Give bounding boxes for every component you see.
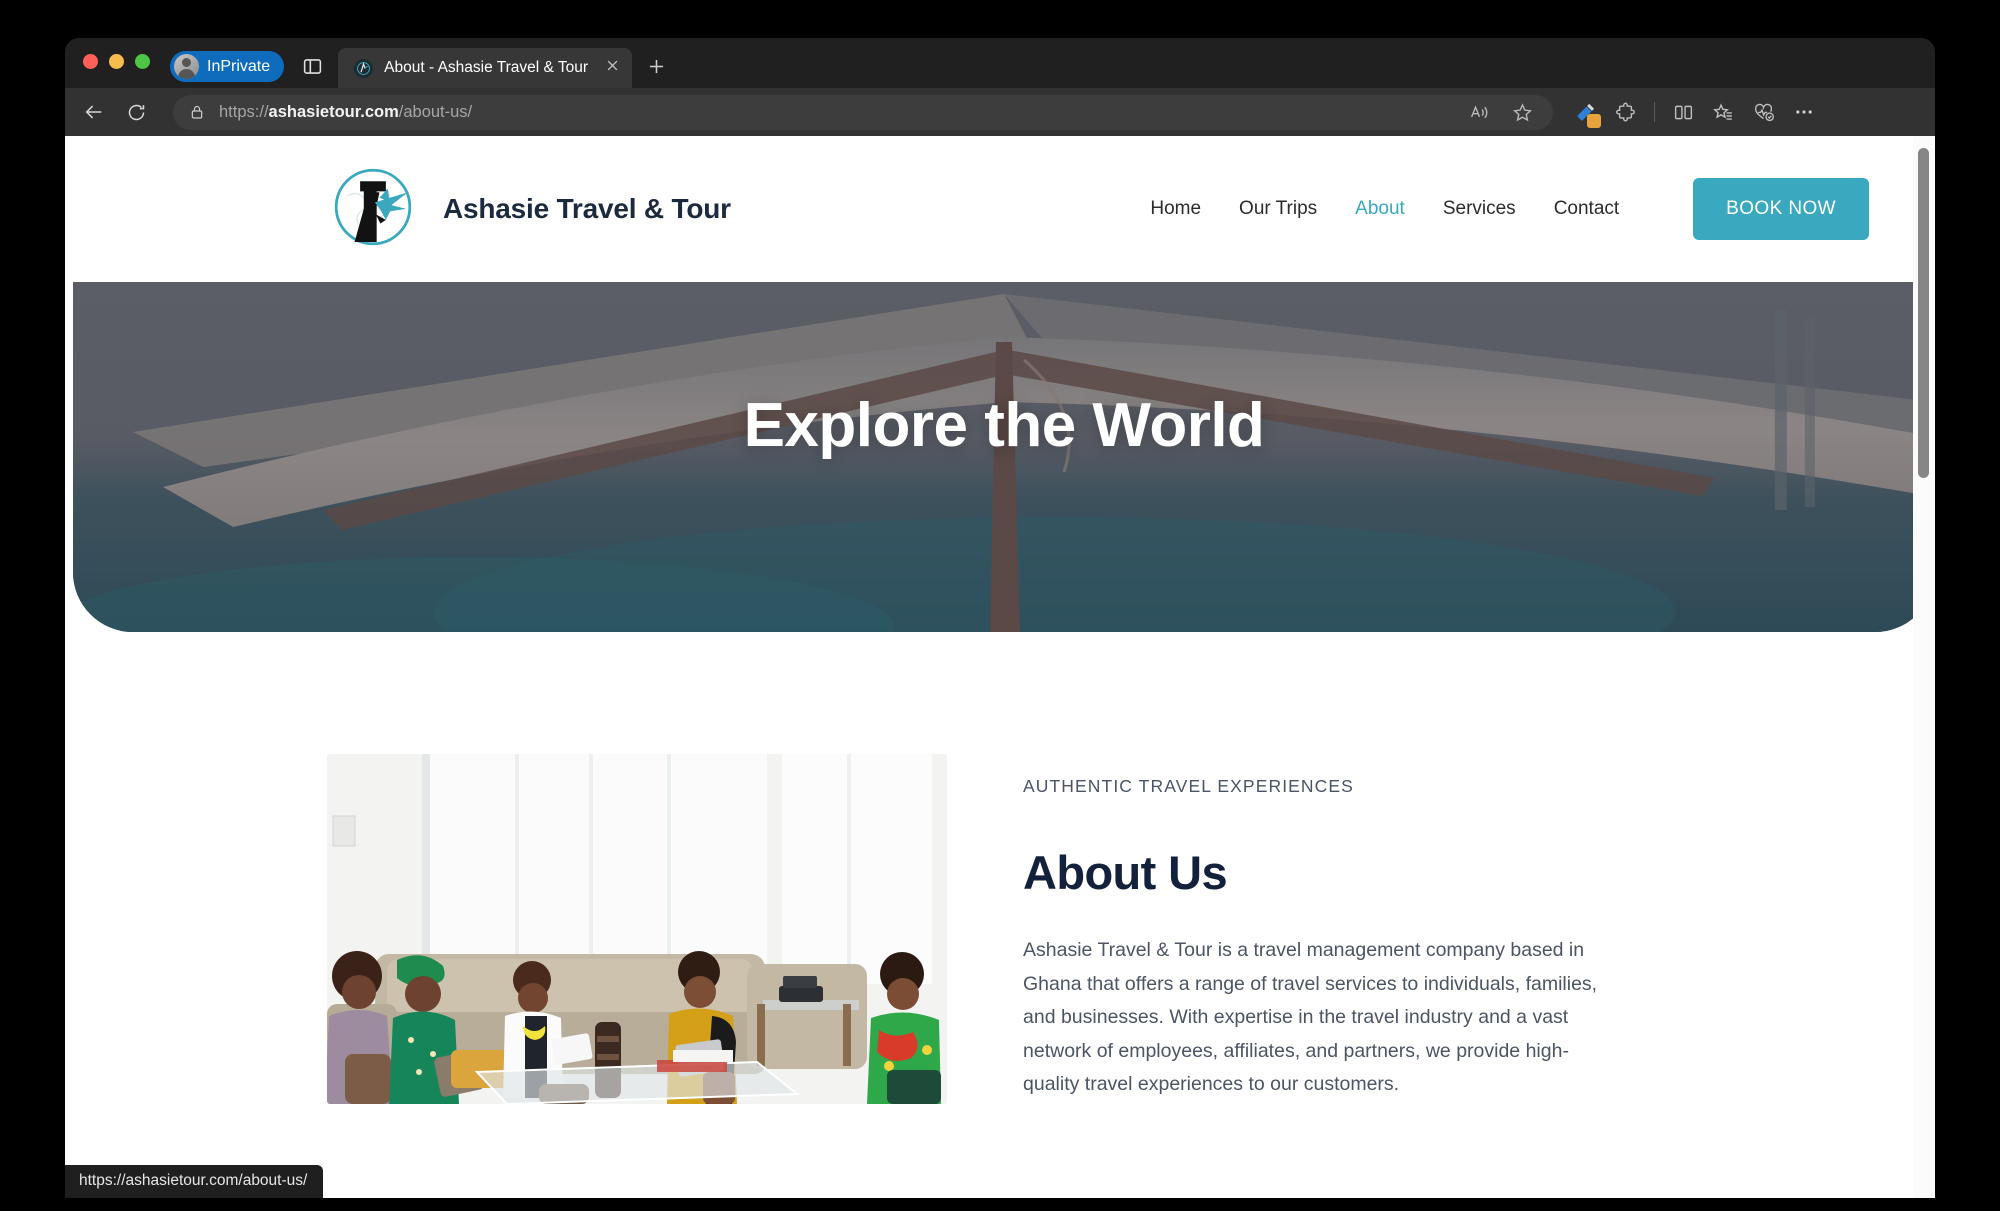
close-window-button[interactable] bbox=[83, 53, 98, 69]
about-heading: About Us bbox=[1023, 846, 1228, 899]
tab-strip: InPrivate About - Ashasie Travel & Tour bbox=[65, 38, 1935, 88]
window-traffic-lights bbox=[83, 38, 150, 88]
settings-more-icon[interactable] bbox=[1785, 94, 1822, 131]
hero-title: Explore the World bbox=[743, 391, 1265, 460]
nav-item-about[interactable]: About bbox=[1355, 198, 1405, 220]
page-scrollbar[interactable] bbox=[1913, 136, 1935, 1198]
site-favicon bbox=[354, 58, 374, 78]
inprivate-profile-chip[interactable]: InPrivate bbox=[170, 51, 285, 82]
site-header: Ashasie Travel & Tour Home Our Trips Abo… bbox=[65, 136, 1935, 282]
brand-name: Ashasie Travel & Tour bbox=[443, 193, 731, 224]
about-paragraph: Ashasie Travel & Tour is a travel manage… bbox=[1023, 939, 1598, 1096]
close-icon[interactable] bbox=[605, 58, 620, 78]
scrollbar-thumb[interactable] bbox=[1918, 148, 1929, 478]
brand-logo-link[interactable]: Ashasie Travel & Tour bbox=[327, 161, 731, 258]
lock-icon bbox=[189, 104, 205, 120]
book-now-button[interactable]: BOOK NOW bbox=[1693, 178, 1869, 240]
reload-icon[interactable] bbox=[117, 93, 155, 131]
address-bar: https://ashasietour.com/about-us/ bbox=[65, 88, 1935, 136]
toolbar-divider bbox=[1654, 102, 1655, 122]
inprivate-label: InPrivate bbox=[207, 57, 271, 75]
nav-item-contact[interactable]: Contact bbox=[1554, 198, 1619, 220]
maximize-window-button[interactable] bbox=[135, 53, 150, 69]
url-text: https://ashasietour.com/about-us/ bbox=[219, 102, 473, 121]
person-avatar-icon bbox=[174, 54, 199, 79]
nav-item-our-trips[interactable]: Our Trips bbox=[1239, 198, 1317, 220]
about-image bbox=[327, 754, 947, 1104]
browser-tab[interactable]: About - Ashasie Travel & Tour bbox=[338, 48, 633, 88]
tab-panel-icon[interactable] bbox=[295, 49, 329, 83]
back-arrow-icon[interactable] bbox=[75, 93, 113, 131]
copilot-badge bbox=[1587, 113, 1601, 128]
minimize-window-button[interactable] bbox=[109, 53, 124, 69]
globe-plane-logo bbox=[327, 161, 419, 258]
main-navigation: Home Our Trips About Services Contact BO… bbox=[1150, 178, 1869, 240]
browser-essentials-icon[interactable] bbox=[1745, 94, 1782, 131]
collections-icon[interactable] bbox=[1705, 94, 1742, 131]
nav-item-home[interactable]: Home bbox=[1150, 198, 1201, 220]
about-text-block: AUTHENTIC TRAVEL EXPERIENCES About Us As… bbox=[1023, 754, 1623, 1104]
favorite-star-icon[interactable] bbox=[1504, 94, 1541, 131]
about-eyebrow: AUTHENTIC TRAVEL EXPERIENCES bbox=[1023, 776, 1354, 796]
tab-title: About - Ashasie Travel & Tour bbox=[384, 59, 589, 76]
browser-toolbar-icons bbox=[1567, 94, 1822, 131]
url-input[interactable]: https://ashasietour.com/about-us/ bbox=[173, 94, 1553, 131]
extensions-puzzle-icon[interactable] bbox=[1607, 94, 1644, 131]
page-viewport: Ashasie Travel & Tour Home Our Trips Abo… bbox=[65, 136, 1935, 1198]
copilot-pen-icon[interactable] bbox=[1567, 94, 1604, 131]
read-aloud-icon[interactable] bbox=[1461, 94, 1498, 131]
browser-window: InPrivate About - Ashasie Travel & Tour bbox=[65, 38, 1935, 1198]
hero-banner: Explore the World bbox=[73, 282, 1935, 632]
status-bar-url: https://ashasietour.com/about-us/ bbox=[65, 1165, 324, 1198]
nav-item-services[interactable]: Services bbox=[1443, 198, 1516, 220]
split-screen-icon[interactable] bbox=[1665, 94, 1702, 131]
about-section: AUTHENTIC TRAVEL EXPERIENCES About Us As… bbox=[65, 632, 1935, 1104]
plus-icon[interactable] bbox=[646, 56, 667, 82]
